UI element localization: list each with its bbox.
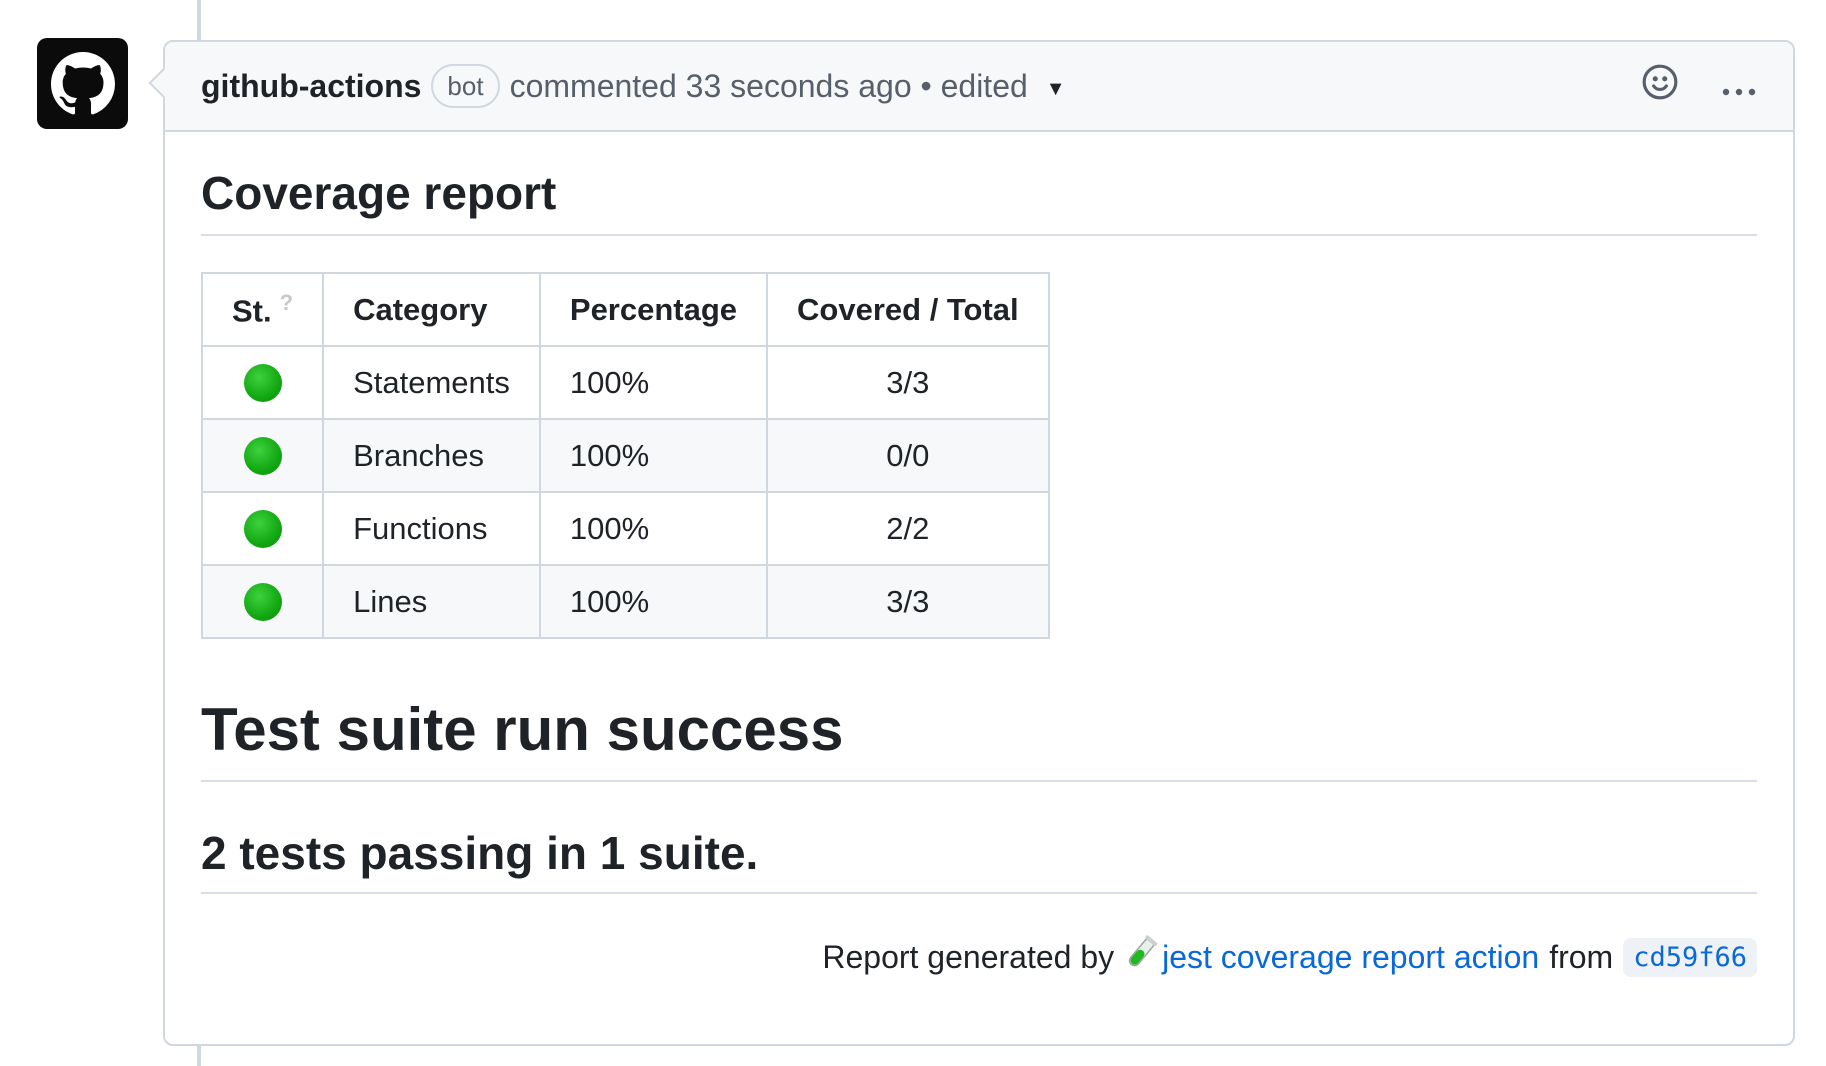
suite-result-title: Test suite run success <box>201 639 1757 782</box>
green-circle-icon <box>243 509 282 548</box>
coverage-table: St.? Category Percentage Covered / Total… <box>200 272 1050 639</box>
table-row: Branches 100% 0/0 <box>200 418 1050 493</box>
github-octocat-icon <box>50 51 115 114</box>
green-circle-icon <box>243 363 282 402</box>
comment-body: Coverage report St.? Category Percentage… <box>165 132 1793 980</box>
col-covered-total: Covered / Total <box>766 272 1050 347</box>
commit-sha-link[interactable]: cd59f66 <box>1623 937 1757 977</box>
category-cell: Branches <box>322 418 541 493</box>
footer-from: from <box>1549 938 1614 975</box>
header-actions <box>1641 63 1757 109</box>
smiley-icon[interactable] <box>1641 63 1679 109</box>
coverage-title: Coverage report <box>201 132 1757 236</box>
passing-summary: 2 tests passing in 1 suite. <box>201 782 1757 894</box>
covered-cell: 3/3 <box>766 345 1050 420</box>
category-cell: Lines <box>322 564 541 639</box>
status-cell <box>200 491 325 566</box>
covered-cell: 2/2 <box>766 491 1050 566</box>
comment-meta[interactable]: commented 33 seconds ago • edited <box>510 68 1028 105</box>
table-header-row: St.? Category Percentage Covered / Total <box>200 272 1050 347</box>
table-row: Statements 100% 3/3 <box>200 345 1050 420</box>
status-cell <box>200 418 325 493</box>
percentage-cell: 100% <box>538 564 769 639</box>
col-status: St.? <box>200 272 325 347</box>
percentage-cell: 100% <box>538 491 769 566</box>
footer-prefix: Report generated by <box>822 938 1115 975</box>
help-icon[interactable]: ? <box>280 290 293 315</box>
bot-badge: bot <box>431 64 500 108</box>
col-percentage: Percentage <box>538 272 769 347</box>
category-cell: Functions <box>322 491 541 566</box>
report-footer: Report generated by jest coverage report… <box>201 934 1757 980</box>
table-row: Functions 100% 2/2 <box>200 491 1050 566</box>
status-cell <box>200 345 325 420</box>
author-avatar[interactable] <box>37 38 128 129</box>
percentage-cell: 100% <box>538 345 769 420</box>
col-category: Category <box>322 272 541 347</box>
kebab-horizontal-icon[interactable] <box>1721 68 1757 105</box>
green-circle-icon <box>243 436 282 475</box>
comment-box: github-actions bot commented 33 seconds … <box>163 40 1795 1046</box>
table-row: Lines 100% 3/3 <box>200 564 1050 639</box>
action-link[interactable]: jest coverage report action <box>1162 939 1539 976</box>
category-cell: Statements <box>322 345 541 420</box>
green-circle-icon <box>243 582 282 621</box>
covered-cell: 3/3 <box>766 564 1050 639</box>
test-tube-icon <box>1124 934 1158 980</box>
percentage-cell: 100% <box>538 418 769 493</box>
covered-cell: 0/0 <box>766 418 1050 493</box>
author-name[interactable]: github-actions <box>201 68 421 105</box>
comment-header: github-actions bot commented 33 seconds … <box>165 42 1793 132</box>
status-cell <box>200 564 325 639</box>
triangle-down-icon[interactable]: ▼ <box>1046 78 1066 101</box>
